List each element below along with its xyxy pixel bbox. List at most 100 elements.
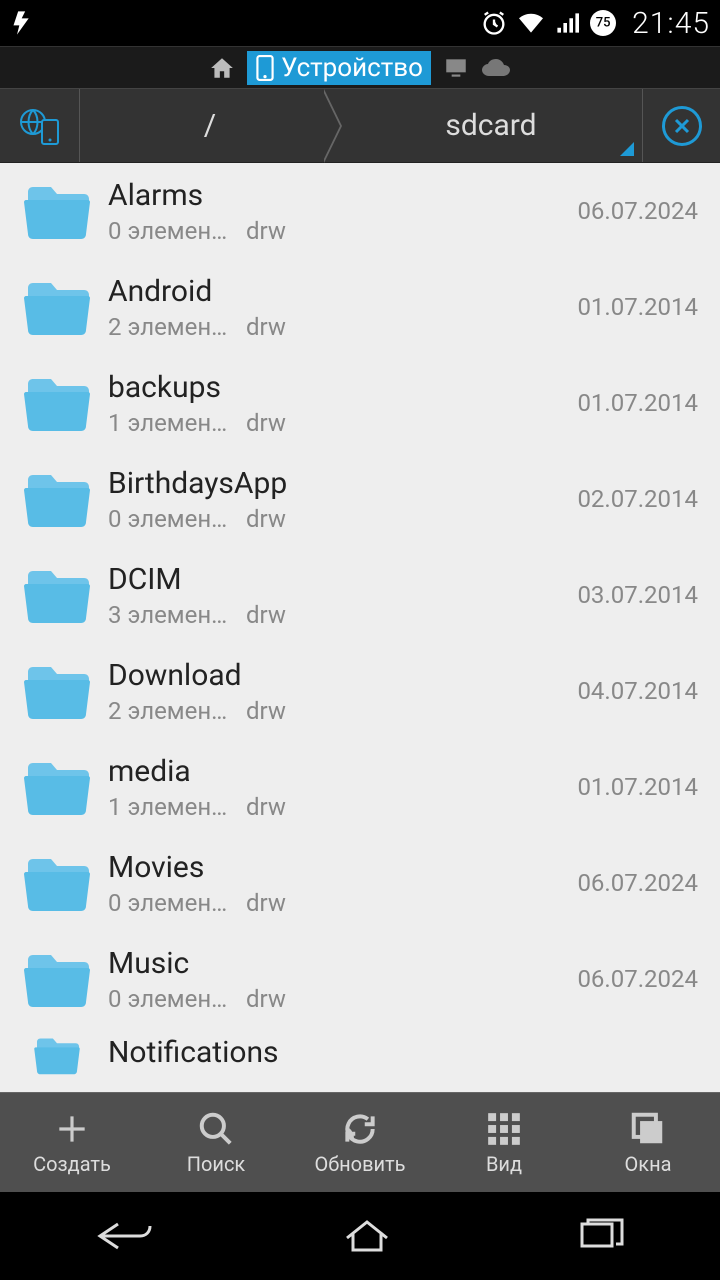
recent-button[interactable] <box>574 1216 630 1256</box>
file-count: 2 элемент(-… <box>108 697 238 725</box>
close-button[interactable] <box>642 89 720 162</box>
folder-icon <box>24 854 90 912</box>
phone-icon <box>255 55 275 81</box>
plus-icon <box>53 1110 91 1148</box>
tab-device[interactable]: Устройство <box>247 51 431 85</box>
folder-item[interactable]: Notifications <box>0 1027 720 1092</box>
status-right: 75 21:45 <box>480 6 710 41</box>
file-sub: 0 элемент(-… drw <box>108 505 565 533</box>
windows-button[interactable]: Окна <box>576 1093 720 1192</box>
folder-icon <box>24 182 90 240</box>
battery-indicator: 75 <box>588 8 618 38</box>
network-devices-button[interactable] <box>0 89 80 162</box>
file-permissions: drw <box>238 313 565 341</box>
file-date: 01.07.2014 <box>577 773 698 801</box>
status-left <box>10 9 38 37</box>
folder-icon <box>24 470 90 528</box>
folder-icon <box>24 1035 90 1075</box>
file-permissions: drw <box>238 985 565 1013</box>
file-date: 03.07.2014 <box>577 581 698 609</box>
folder-icon <box>24 758 90 816</box>
folder-item[interactable]: DCIM 3 элемент(-… drw 03.07.2014 <box>0 547 720 643</box>
windows-icon <box>629 1110 667 1148</box>
file-sub: 2 элемент(-… drw <box>108 313 565 341</box>
clock: 21:45 <box>632 6 710 41</box>
windows-label: Окна <box>625 1152 672 1176</box>
battery-percent: 75 <box>596 16 611 31</box>
breadcrumb-current-label: sdcard <box>445 108 536 143</box>
file-date: 01.07.2014 <box>577 293 698 321</box>
view-label: Вид <box>486 1152 522 1176</box>
breadcrumb-root-label: / <box>204 108 216 143</box>
home-icon[interactable] <box>209 55 235 81</box>
file-permissions: drw <box>238 793 565 821</box>
alarm-icon <box>480 9 508 37</box>
folder-item[interactable]: Alarms 0 элемент(-… drw 06.07.2024 <box>0 163 720 259</box>
dropdown-triangle-icon <box>620 142 634 156</box>
file-date: 04.07.2014 <box>577 677 698 705</box>
search-icon <box>197 1110 235 1148</box>
toolbar: Создать Поиск Обновить Вид Окна <box>0 1092 720 1192</box>
file-info: media 1 элемент(-… drw <box>108 754 565 821</box>
file-name: DCIM <box>108 562 565 597</box>
folder-item[interactable]: Music 0 элемент(-… drw 06.07.2024 <box>0 931 720 1027</box>
file-date: 02.07.2014 <box>577 485 698 513</box>
file-info: Alarms 0 элемент(-… drw <box>108 178 565 245</box>
breadcrumb-current[interactable]: sdcard <box>340 89 642 162</box>
file-list[interactable]: Alarms 0 элемент(-… drw 06.07.2024 Andro… <box>0 163 720 1092</box>
breadcrumb-root[interactable]: / <box>80 89 340 162</box>
folder-item[interactable]: Movies 0 элемент(-… drw 06.07.2024 <box>0 835 720 931</box>
file-permissions: drw <box>238 217 565 245</box>
search-button[interactable]: Поиск <box>144 1093 288 1192</box>
folder-item[interactable]: backups 1 элемент(-… drw 01.07.2014 <box>0 355 720 451</box>
file-count: 1 элемент(-… <box>108 793 238 821</box>
file-sub: 0 элемент(-… drw <box>108 217 565 245</box>
create-button[interactable]: Создать <box>0 1093 144 1192</box>
file-permissions: drw <box>238 889 565 917</box>
file-sub: 0 элемент(-… drw <box>108 889 565 917</box>
file-count: 1 элемент(-… <box>108 409 238 437</box>
file-info: Music 0 элемент(-… drw <box>108 946 565 1013</box>
file-sub: 0 элемент(-… drw <box>108 985 565 1013</box>
home-button[interactable] <box>339 1216 395 1256</box>
refresh-button[interactable]: Обновить <box>288 1093 432 1192</box>
breadcrumb: / sdcard <box>80 89 642 162</box>
folder-icon <box>24 662 90 720</box>
back-button[interactable] <box>90 1216 160 1256</box>
folder-item[interactable]: Download 2 элемент(-… drw 04.07.2014 <box>0 643 720 739</box>
folder-icon <box>24 950 90 1008</box>
file-sub: 2 элемент(-… drw <box>108 697 565 725</box>
folder-icon <box>24 374 90 432</box>
file-sub: 1 элемент(-… drw <box>108 793 565 821</box>
folder-item[interactable]: BirthdaysApp 0 элемент(-… drw 02.07.2014 <box>0 451 720 547</box>
file-permissions: drw <box>238 409 565 437</box>
file-permissions: drw <box>238 505 565 533</box>
folder-item[interactable]: Android 2 элемент(-… drw 01.07.2014 <box>0 259 720 355</box>
file-permissions: drw <box>238 601 565 629</box>
view-button[interactable]: Вид <box>432 1093 576 1192</box>
file-count: 0 элемент(-… <box>108 889 238 917</box>
system-nav-bar <box>0 1192 720 1280</box>
file-info: DCIM 3 элемент(-… drw <box>108 562 565 629</box>
file-name: Movies <box>108 850 565 885</box>
folder-icon <box>24 278 90 336</box>
file-name: Notifications <box>108 1035 698 1070</box>
lightning-icon <box>10 9 38 37</box>
file-permissions: drw <box>238 697 565 725</box>
file-count: 3 элемент(-… <box>108 601 238 629</box>
file-info: Download 2 элемент(-… drw <box>108 658 565 725</box>
file-date: 06.07.2024 <box>577 197 698 225</box>
file-name: Alarms <box>108 178 565 213</box>
cloud-icon[interactable] <box>481 57 511 79</box>
folder-item[interactable]: media 1 элемент(-… drw 01.07.2014 <box>0 739 720 835</box>
computer-icon[interactable] <box>443 55 469 81</box>
file-name: Download <box>108 658 565 693</box>
file-name: Music <box>108 946 565 981</box>
path-bar: / sdcard <box>0 88 720 163</box>
file-info: backups 1 элемент(-… drw <box>108 370 565 437</box>
file-date: 01.07.2014 <box>577 389 698 417</box>
file-date: 06.07.2024 <box>577 965 698 993</box>
file-name: backups <box>108 370 565 405</box>
file-info: Notifications <box>108 1035 698 1070</box>
grid-icon <box>485 1110 523 1148</box>
